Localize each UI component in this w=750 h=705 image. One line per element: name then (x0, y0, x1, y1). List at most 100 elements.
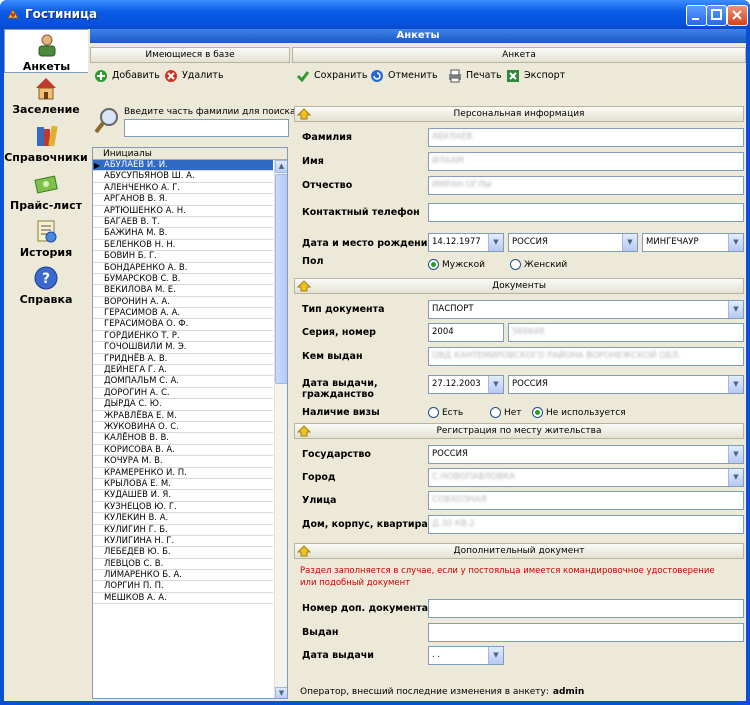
surname-field[interactable]: АБУЛАЕВ (428, 128, 744, 147)
section-documents[interactable]: Документы (294, 278, 744, 294)
city-select[interactable]: С.НОВОПАВЛОВКА ▼ (428, 468, 744, 487)
table-row[interactable]: БАЖИНА М. В. (93, 228, 273, 240)
delete-button[interactable]: Удалить (164, 67, 224, 85)
collapse-arrow-icon[interactable] (297, 425, 311, 437)
issued-by-field[interactable]: ОВД КАНТЕМИРОВСКОГО РАЙОНА ВОРОНЕЖСКОЙ О… (428, 347, 744, 366)
extra-issued-field[interactable] (428, 623, 744, 642)
series-field[interactable]: 2004 (428, 323, 504, 342)
number-field[interactable]: 566648 (508, 323, 744, 342)
table-row[interactable]: ЖРАВЛЁВА Е. М. (93, 411, 273, 422)
table-row[interactable]: КОРИСОВА В. А. (93, 445, 273, 457)
scroll-up-button[interactable]: ▲ (275, 160, 287, 173)
table-row[interactable]: КРЫЛОВА Е. М. (93, 479, 273, 491)
chevron-down-icon[interactable]: ▼ (728, 469, 743, 486)
collapse-arrow-icon[interactable] (297, 280, 311, 292)
scroll-down-button[interactable]: ▼ (275, 687, 287, 698)
table-row[interactable]: ГОРДИЕНКО Т. Р. (93, 331, 273, 343)
nav-item-price-list[interactable]: Прайс-лист (4, 171, 88, 215)
title-bar[interactable]: Гостиница (0, 0, 750, 29)
guest-table[interactable]: Инициалы ▶ АБУЛАЕВ И. И. АБУСУПЬЯНОВ Ш. А.… (92, 147, 288, 699)
table-row[interactable]: ДЫРДА С. Ю. (93, 399, 273, 411)
table-row[interactable]: МЕШКОВ А. А. (93, 593, 273, 605)
table-row[interactable]: КУЛИГИНА Н. Г. (93, 536, 273, 548)
table-row[interactable]: ВОРОНИН А. А. (93, 297, 273, 309)
vertical-scrollbar[interactable]: ▲ ▼ (274, 160, 287, 698)
search-input[interactable] (124, 119, 289, 137)
gender-female-radio[interactable]: Женский (510, 259, 567, 270)
section-extra-document[interactable]: Дополнительный документ (294, 543, 744, 559)
export-button[interactable]: Экспорт (506, 67, 565, 85)
maximize-button[interactable] (706, 5, 727, 26)
table-row[interactable]: БАГАЕВ В. Т. (93, 217, 273, 229)
table-row[interactable]: АРТЮШЕНКО А. Н. (93, 206, 273, 217)
chevron-down-icon[interactable]: ▼ (622, 234, 637, 251)
table-row[interactable]: КУДАШЕВ И. Я. (93, 490, 273, 502)
print-button[interactable]: Печать (448, 67, 502, 85)
street-field[interactable]: СОВХОЗНАЯ (428, 491, 744, 510)
issue-date-picker[interactable]: 27.12.2003 ▼ (428, 375, 504, 394)
chevron-down-icon[interactable]: ▼ (488, 647, 503, 664)
name-field[interactable]: ИЛХАМ (428, 152, 744, 171)
table-row[interactable]: ВЕКИЛОВА М. Е. (93, 285, 273, 297)
patronymic-field[interactable]: ИМРАН ОГЛЫ (428, 176, 744, 195)
gender-male-radio[interactable]: Мужской (428, 259, 485, 270)
chevron-down-icon[interactable]: ▼ (728, 234, 743, 251)
section-registration[interactable]: Регистрация по месту жительства (294, 423, 744, 439)
save-button[interactable]: Сохранить (296, 67, 367, 85)
chevron-down-icon[interactable]: ▼ (488, 234, 503, 251)
table-row[interactable]: КРАМЕРЕНКО И. П. (93, 468, 273, 479)
table-row[interactable]: ЛЕБЕДЕВ Ю. Б. (93, 547, 273, 559)
table-row[interactable]: АБУСУПЬЯНОВ Ш. А. (93, 171, 273, 183)
collapse-arrow-icon[interactable] (297, 545, 311, 557)
extra-num-field[interactable] (428, 599, 744, 618)
table-row[interactable]: ДОРОГИН А. С. (93, 388, 273, 400)
table-row[interactable]: ДЕЙНЕГА Г. А. (93, 365, 273, 377)
collapse-arrow-icon[interactable] (297, 108, 311, 120)
chevron-down-icon[interactable]: ▼ (728, 376, 743, 393)
close-button[interactable] (727, 5, 748, 26)
table-row[interactable]: КУЛЕКИН В. А. (93, 513, 273, 525)
birth-city-select[interactable]: МИНГЕЧАУР ▼ (642, 233, 744, 252)
table-row[interactable]: БЕЛЕНКОВ Н. Н. (93, 240, 273, 252)
table-row[interactable]: ЛЕВЦОВ С. В. (93, 559, 273, 571)
visa-no-radio[interactable]: Нет (490, 407, 522, 418)
chevron-down-icon[interactable]: ▼ (488, 376, 503, 393)
birth-country-select[interactable]: РОССИЯ ▼ (508, 233, 638, 252)
nav-item-history[interactable]: История (4, 218, 88, 262)
table-row[interactable]: ЛИМАРЕНКО Б. А. (93, 570, 273, 582)
scroll-thumb[interactable] (275, 174, 287, 384)
table-row[interactable]: КУЗНЕЦОВ Ю. Г. (93, 502, 273, 514)
table-row[interactable]: БОВИН Б. Г. (93, 251, 273, 263)
doctype-select[interactable]: ПАСПОРТ ▼ (428, 300, 744, 319)
table-row[interactable]: БУМАРСКОВ С. В. (93, 274, 273, 286)
birth-date-picker[interactable]: 14.12.1977 ▼ (428, 233, 504, 252)
table-row[interactable]: КАЛЁНОВ В. В. (93, 433, 273, 445)
table-row[interactable]: ▶ АБУЛАЕВ И. И. (93, 160, 273, 172)
visa-yes-radio[interactable]: Есть (428, 407, 463, 418)
chevron-down-icon[interactable]: ▼ (728, 446, 743, 463)
nav-item-help[interactable]: ? Справка (4, 265, 88, 309)
column-header-initials[interactable]: Инициалы (93, 148, 287, 160)
table-row[interactable]: ЖУКОВИНА О. С. (93, 422, 273, 434)
state-select[interactable]: РОССИЯ ▼ (428, 445, 744, 464)
phone-field[interactable] (428, 203, 744, 222)
citizenship-select[interactable]: РОССИЯ ▼ (508, 375, 744, 394)
table-row[interactable]: АРГАНОВ В. Я. (93, 194, 273, 206)
nav-item-spravochniki[interactable]: Справочники (4, 123, 88, 167)
chevron-down-icon[interactable]: ▼ (728, 301, 743, 318)
table-row[interactable]: КУЛИГИН Г. Б. (93, 525, 273, 536)
table-row[interactable]: ГРИДНЁВ А. В. (93, 354, 273, 366)
extra-date-picker[interactable]: . . ▼ (428, 646, 504, 665)
table-row[interactable]: ГОЧОШВИЛИ М. Э. (93, 342, 273, 354)
table-row[interactable]: ГЕРАСИМОВА О. Ф. (93, 319, 273, 331)
table-row[interactable]: БОНДАРЕНКО А. В. (93, 263, 273, 274)
nav-item-zaselenie[interactable]: Заселение (4, 75, 88, 119)
house-field[interactable]: Д.30 КВ.2 (428, 515, 744, 534)
table-row[interactable]: ГЕРАСИМОВ А. А. (93, 308, 273, 320)
add-button[interactable]: Добавить (94, 67, 160, 85)
table-row[interactable]: ЛОРГИН П. П. (93, 581, 273, 593)
cancel-button[interactable]: Отменить (370, 67, 438, 85)
minimize-button[interactable] (686, 5, 707, 26)
nav-item-ankety[interactable]: Анкеты (4, 29, 88, 73)
section-personal[interactable]: Персональная информация (294, 106, 744, 122)
